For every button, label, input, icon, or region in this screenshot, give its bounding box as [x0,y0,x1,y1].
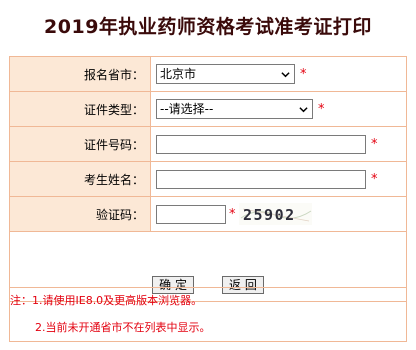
form-row-cert-number: 证件号码： * [9,126,407,162]
province-select-value: 北京市 [160,67,197,81]
note-line-1: 注：1.请使用IE8.0及更高版本浏览器。 [10,294,203,307]
name-label: 考生姓名： [9,161,151,197]
cert-type-label: 证件类型： [9,91,151,127]
page-title: 2019年执业药师资格考试准考证打印 [44,16,372,38]
captcha-image[interactable]: 25902 [238,203,312,225]
form-row-province: 报名省市： 北京市 * [9,56,407,92]
print-form: 报名省市： 北京市 * 证件类型： --请选择-- * 证件号码： * 考生姓名… [9,56,407,302]
form-row-name: 考生姓名： * [9,161,407,197]
notes-box: 注：1.请使用IE8.0及更高版本浏览器。 2.当前未开通省市不在列表中显示。 [9,287,407,342]
cert-type-select[interactable]: --请选择-- [156,99,313,119]
cert-number-input[interactable] [156,134,366,154]
required-mark: * [229,206,236,222]
form-row-cert-type: 证件类型： --请选择-- * [9,91,407,127]
province-label: 报名省市： [9,56,151,92]
name-input[interactable] [156,169,366,189]
required-mark: * [300,66,307,82]
province-select[interactable]: 北京市 [156,64,295,84]
cert-type-select-value: --请选择-- [160,102,214,116]
captcha-label: 验证码： [9,196,151,232]
cert-number-label: 证件号码： [9,126,151,162]
required-mark: * [371,171,378,187]
chevron-down-icon [281,72,290,78]
required-mark: * [371,136,378,152]
captcha-input[interactable] [156,204,226,224]
chevron-down-icon [299,107,308,113]
required-mark: * [318,101,325,117]
note-line-2: 2.当前未开通省市不在列表中显示。 [35,321,211,334]
form-row-captcha: 验证码： * 25902 [9,196,407,232]
captcha-text: 25902 [243,206,296,224]
